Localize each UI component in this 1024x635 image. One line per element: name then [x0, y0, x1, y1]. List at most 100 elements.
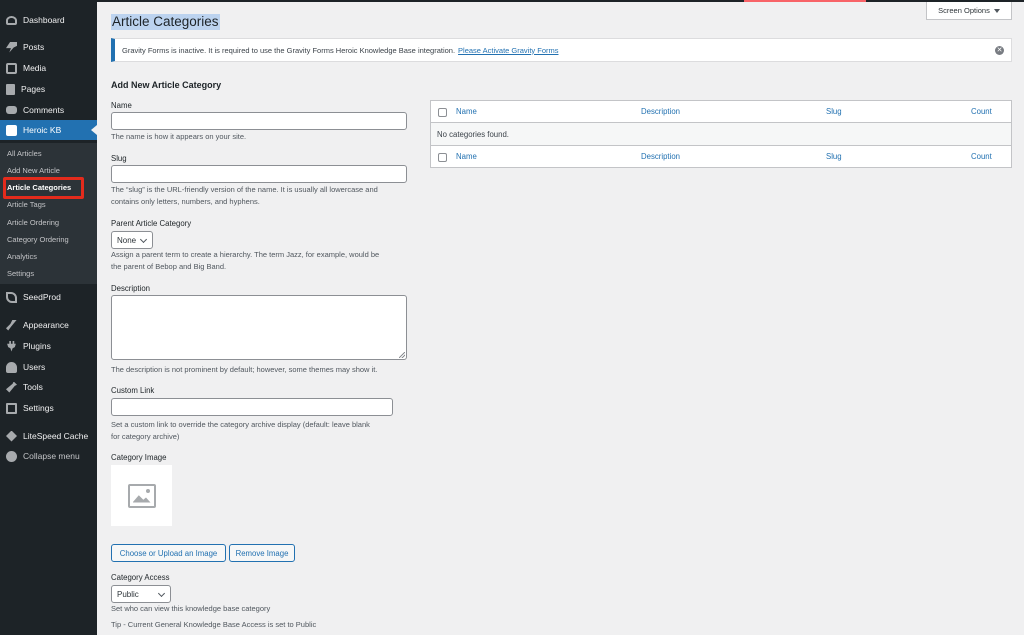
pin-icon — [6, 41, 17, 53]
chevron-down-icon — [139, 235, 148, 244]
menu-label: Settings — [23, 403, 54, 413]
caret-down-icon — [993, 8, 1000, 13]
access-selected-value: Public — [117, 589, 139, 599]
remove-image-button[interactable]: Remove Image — [229, 544, 295, 562]
menu-appearance[interactable]: Appearance — [0, 315, 97, 335]
menu-heroic-kb[interactable]: Heroic KB — [0, 120, 97, 140]
table-footer-row: Name Description Slug Count — [431, 145, 1011, 167]
column-count[interactable]: Count — [971, 107, 992, 116]
seedprod-icon — [6, 291, 17, 303]
menu-settings[interactable]: Settings — [0, 398, 97, 418]
column-slug-footer[interactable]: Slug — [826, 152, 842, 161]
brush-icon — [6, 319, 17, 331]
upload-image-button[interactable]: Choose or Upload an Image — [111, 544, 226, 562]
table-empty-row: No categories found. — [431, 123, 1011, 145]
highlight-annotation — [3, 177, 84, 199]
menu-label: Collapse menu — [23, 451, 80, 461]
menu-label: Plugins — [23, 341, 51, 351]
category-image-label: Category Image — [111, 453, 167, 462]
notice-text: Gravity Forms is inactive. It is require… — [122, 45, 456, 55]
menu-label: Users — [23, 362, 46, 372]
admin-bar-accent — [744, 0, 866, 2]
parent-label: Parent Article Category — [111, 219, 192, 228]
description-label: Description — [111, 284, 150, 293]
custom-link-input[interactable] — [111, 398, 393, 416]
no-categories-text: No categories found. — [437, 129, 509, 139]
chevron-down-icon — [157, 589, 166, 598]
settings-icon — [6, 402, 17, 414]
category-image-preview — [111, 465, 172, 526]
menu-litespeed-cache[interactable]: LiteSpeed Cache — [0, 426, 97, 446]
comment-icon — [6, 106, 17, 114]
menu-label: SeedProd — [23, 292, 61, 302]
column-description[interactable]: Description — [641, 107, 680, 116]
categories-table: Name Description Slug Count No categorie… — [430, 100, 1012, 168]
menu-plugins[interactable]: Plugins — [0, 336, 97, 356]
admin-sidebar: Dashboard Posts Media Pages Comments Her… — [0, 0, 97, 635]
slug-label: Slug — [111, 154, 127, 163]
gravity-forms-notice: Gravity Forms is inactive. It is require… — [111, 38, 1012, 62]
slug-input[interactable] — [111, 165, 407, 183]
menu-users[interactable]: Users — [0, 357, 97, 377]
select-all-checkbox-footer[interactable] — [438, 153, 447, 162]
menu-label: Heroic KB — [23, 125, 62, 135]
form-title: Add New Article Category — [111, 80, 222, 90]
custom-link-help-2: for category archive) — [111, 432, 180, 441]
menu-label: Appearance — [23, 320, 69, 330]
name-input[interactable] — [111, 112, 407, 130]
screen-options-button[interactable]: Screen Options — [926, 2, 1012, 20]
column-description-footer[interactable]: Description — [641, 152, 680, 161]
menu-seedprod[interactable]: SeedProd — [0, 287, 97, 307]
submenu-settings[interactable]: Settings — [0, 265, 97, 282]
menu-collapse[interactable]: Collapse menu — [0, 446, 97, 466]
category-access-label: Category Access — [111, 573, 170, 582]
menu-comments[interactable]: Comments — [0, 100, 97, 120]
description-help: The description is not prominent by defa… — [111, 365, 378, 374]
submenu-category-ordering[interactable]: Category Ordering — [0, 231, 97, 248]
resize-grip-icon[interactable] — [399, 352, 405, 358]
submenu-all-articles[interactable]: All Articles — [0, 145, 97, 162]
parent-help-2: the parent of Bebop and Big Band. — [111, 262, 227, 271]
wrench-icon — [6, 381, 17, 393]
menu-tools[interactable]: Tools — [0, 377, 97, 397]
activate-gravity-forms-link[interactable]: Please Activate Gravity Forms — [458, 46, 558, 55]
custom-link-help-1: Set a custom link to override the catego… — [111, 420, 370, 429]
menu-label: Posts — [23, 42, 45, 52]
menu-label: LiteSpeed Cache — [23, 431, 89, 441]
screen-options-label: Screen Options — [938, 6, 990, 15]
name-label: Name — [111, 101, 132, 110]
menu-label: Pages — [21, 84, 46, 94]
page-icon — [6, 83, 15, 95]
menu-label: Comments — [23, 105, 65, 115]
category-access-select[interactable]: Public — [111, 585, 171, 603]
select-all-checkbox[interactable] — [438, 108, 447, 117]
menu-posts[interactable]: Posts — [0, 37, 97, 57]
submenu-article-ordering[interactable]: Article Ordering — [0, 214, 97, 231]
dismiss-icon[interactable]: ✕ — [995, 46, 1004, 55]
parent-category-select[interactable]: None — [111, 231, 153, 249]
column-slug[interactable]: Slug — [826, 107, 842, 116]
menu-media[interactable]: Media — [0, 58, 97, 78]
plug-icon — [7, 340, 16, 352]
menu-dashboard[interactable]: Dashboard — [0, 10, 97, 30]
parent-help-1: Assign a parent term to create a hierarc… — [111, 250, 380, 259]
media-icon — [6, 62, 17, 74]
dashboard-icon — [6, 15, 17, 25]
litespeed-icon — [6, 430, 17, 442]
menu-pages[interactable]: Pages — [0, 79, 97, 99]
image-placeholder-icon — [127, 483, 156, 508]
menu-label: Tools — [23, 382, 43, 392]
page-title: Article Categories — [111, 14, 220, 30]
parent-selected-value: None — [117, 235, 137, 245]
slug-help-1: The “slug” is the URL-friendly version o… — [111, 185, 378, 194]
user-icon — [6, 361, 17, 373]
access-help: Set who can view this knowledge base cat… — [111, 604, 271, 613]
menu-label: Dashboard — [23, 15, 65, 25]
kb-icon — [6, 124, 17, 136]
submenu-analytics[interactable]: Analytics — [0, 248, 97, 265]
column-name-footer[interactable]: Name — [456, 152, 477, 161]
column-name[interactable]: Name — [456, 107, 477, 116]
column-count-footer[interactable]: Count — [971, 152, 992, 161]
description-textarea[interactable] — [111, 295, 407, 360]
menu-label: Media — [23, 63, 47, 73]
